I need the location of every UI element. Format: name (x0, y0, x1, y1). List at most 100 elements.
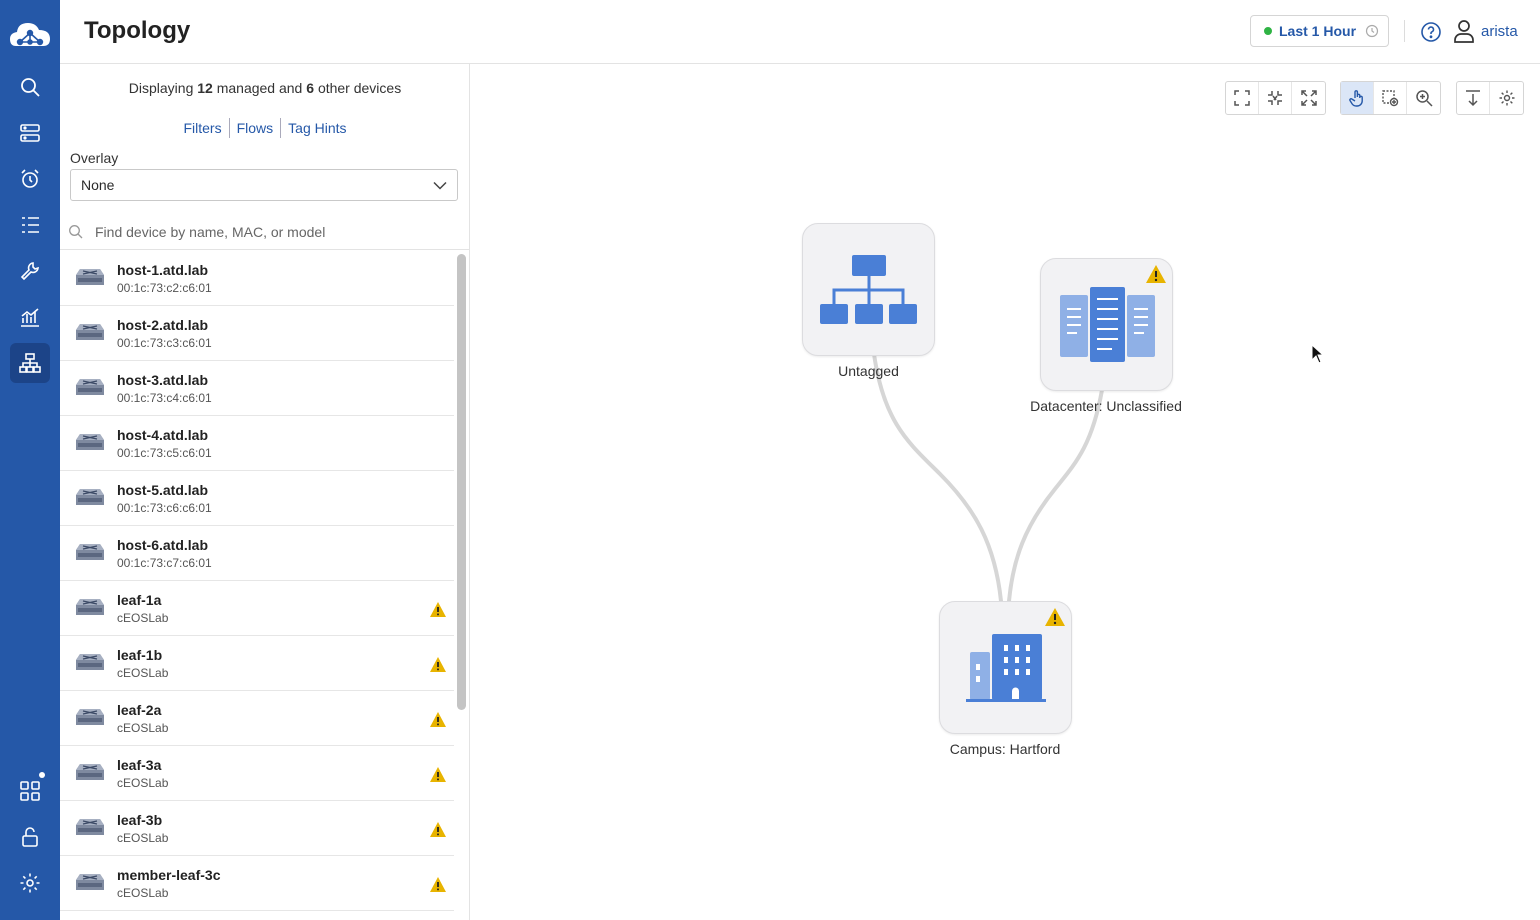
search-icon (21, 78, 40, 97)
device-list-item[interactable]: host-5.atd.lab 00:1c:73:c6:c6:01 (60, 471, 454, 526)
device-name: leaf-1a (117, 592, 162, 608)
topology-canvas[interactable]: Untagged Datacenter: Unclassified Campus… (470, 64, 1540, 920)
help-icon[interactable] (1420, 21, 1442, 43)
clock-icon (1365, 24, 1379, 38)
device-name: leaf-3a (117, 757, 162, 773)
device-list-item[interactable]: leaf-1a cEOSLab (60, 581, 454, 636)
chevron-down-icon (433, 181, 447, 190)
topology-node-untagged[interactable] (802, 223, 935, 356)
device-list-item[interactable]: host-2.atd.lab 00:1c:73:c3:c6:01 (60, 306, 454, 361)
device-list-item[interactable]: host-3.atd.lab 00:1c:73:c4:c6:01 (60, 361, 454, 416)
device-detail: 00:1c:73:c5:c6:01 (117, 446, 212, 460)
page-title: Topology (84, 17, 191, 44)
overlay-value: None (81, 177, 115, 193)
device-name: leaf-1b (117, 647, 163, 663)
link-untagged-campus (872, 352, 1003, 603)
device-detail: cEOSLab (117, 611, 169, 625)
overlay-label: Overlay (70, 150, 119, 166)
warning-icon (430, 767, 446, 782)
device-search-input[interactable] (95, 223, 455, 240)
node-label-datacenter: Datacenter: Unclassified (1030, 398, 1182, 414)
time-range-button[interactable]: Last 1 Hour (1250, 15, 1389, 47)
filters-link[interactable]: Filters (176, 120, 228, 136)
nav-search[interactable] (10, 67, 50, 107)
cloudvision-logo-icon[interactable] (8, 18, 52, 52)
link-datacenter-campus (1007, 388, 1104, 603)
node-label-untagged: Untagged (838, 363, 899, 379)
live-status-dot (1264, 27, 1272, 35)
warning-icon (430, 877, 446, 892)
device-detail: cEOSLab (117, 721, 169, 735)
switch-icon (76, 544, 104, 560)
panel-links: Filters Flows Tag Hints (60, 118, 470, 138)
list-scrollbar[interactable] (457, 254, 466, 710)
device-detail: cEOSLab (117, 666, 169, 680)
nav-topology[interactable] (10, 343, 50, 383)
device-name: leaf-3b (117, 812, 163, 828)
device-name: host-1.atd.lab (117, 262, 209, 278)
summary-suffix: other devices (317, 80, 402, 96)
other-count: 6 (306, 80, 315, 96)
switch-icon (76, 874, 104, 890)
device-detail: 00:1c:73:c6:c6:01 (117, 501, 212, 515)
device-detail: 00:1c:73:c2:c6:01 (117, 281, 212, 295)
device-list-item[interactable]: leaf-1b cEOSLab (60, 636, 454, 691)
warning-icon (430, 657, 446, 672)
device-list-item[interactable]: leaf-2a cEOSLab (60, 691, 454, 746)
device-list-item[interactable]: member-leaf-3c cEOSLab (60, 856, 454, 911)
gear-icon (20, 873, 40, 893)
nav-dashboards[interactable] (10, 297, 50, 337)
list-tree-icon (22, 217, 39, 233)
device-name: host-5.atd.lab (117, 482, 209, 498)
device-detail: 00:1c:73:c3:c6:01 (117, 336, 212, 350)
device-list-item[interactable]: host-1.atd.lab 00:1c:73:c2:c6:01 (60, 251, 454, 306)
nav-workspaces[interactable] (10, 205, 50, 245)
device-detail: cEOSLab (117, 886, 169, 900)
chart-icon (21, 308, 39, 327)
topology-node-campus[interactable] (939, 601, 1072, 734)
topology-icon (19, 353, 41, 373)
switch-icon (76, 654, 104, 670)
nav-devices[interactable] (10, 113, 50, 153)
warning-icon (430, 822, 446, 837)
search-icon (69, 225, 83, 239)
device-detail: 00:1c:73:c7:c6:01 (117, 556, 212, 570)
notification-dot (39, 772, 45, 778)
page-header: Topology Last 1 Hour arista (60, 0, 1540, 64)
switch-icon (76, 599, 104, 615)
mouse-cursor-icon (1311, 344, 1325, 364)
user-menu[interactable]: arista (1453, 19, 1518, 43)
device-name: host-4.atd.lab (117, 427, 209, 443)
device-summary: Displaying 12 managed and 6 other device… (60, 80, 470, 96)
warning-icon (430, 602, 446, 617)
time-range-label: Last 1 Hour (1279, 23, 1357, 39)
network-hierarchy-icon (820, 255, 917, 324)
warning-icon (1045, 608, 1065, 626)
device-detail: cEOSLab (117, 831, 169, 845)
nav-events[interactable] (10, 159, 50, 199)
app-grid-icon (20, 781, 40, 801)
device-name: host-3.atd.lab (117, 372, 209, 388)
flows-link[interactable]: Flows (230, 120, 281, 136)
node-label-campus: Campus: Hartford (949, 741, 1061, 757)
device-list: host-1.atd.lab 00:1c:73:c2:c6:01 host-2.at… (60, 251, 454, 920)
nav-rail (0, 0, 60, 920)
overlay-select[interactable]: None (70, 169, 458, 201)
topology-node-datacenter[interactable] (1040, 258, 1173, 391)
device-list-item[interactable]: host-6.atd.lab 00:1c:73:c7:c6:01 (60, 526, 454, 581)
summary-middle: managed and (216, 80, 303, 96)
warning-icon (1146, 265, 1166, 283)
topology-links (872, 352, 1104, 603)
device-list-item[interactable]: leaf-3a cEOSLab (60, 746, 454, 801)
switch-icon (76, 819, 104, 835)
tag-hints-link[interactable]: Tag Hints (281, 120, 353, 136)
device-list-item[interactable]: leaf-3b cEOSLab (60, 801, 454, 856)
nav-settings[interactable] (10, 863, 50, 903)
device-name: host-2.atd.lab (117, 317, 209, 333)
device-name: member-leaf-3c (117, 867, 221, 883)
nav-provisioning[interactable] (10, 251, 50, 291)
device-list-item[interactable]: host-4.atd.lab 00:1c:73:c5:c6:01 (60, 416, 454, 471)
nav-access[interactable] (10, 817, 50, 857)
switch-icon (76, 269, 104, 285)
device-detail: cEOSLab (117, 776, 169, 790)
